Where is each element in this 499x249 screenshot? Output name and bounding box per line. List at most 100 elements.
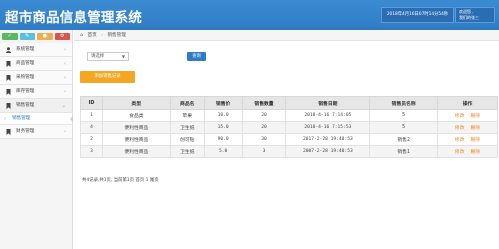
sales-table: ID 类型 商品名 销售价 销售数量 销售日期 销售员名称 操作 1 食品类 苹…	[80, 96, 498, 158]
table-row: 2 便利性商品 创可贴 90.0 30 2017-2-28 19:40:53 销…	[80, 133, 498, 146]
bookmark-icon	[6, 61, 11, 67]
cell-date: 2018-4-16 7:15:53	[285, 121, 371, 134]
sidebar-item-label: 财务管理	[16, 129, 35, 134]
top-header: 超市商品信息管理系统 2018年4月16日07时14分54秒 欢迎您 , 我们的…	[0, 0, 499, 30]
sidebar-item-label: 销售管理	[16, 103, 35, 108]
gear-icon: ⚙	[60, 33, 65, 39]
cell-type: 便利性商品	[101, 133, 171, 146]
sidebar: ✓ ✎ ● ⚙ 系统管理 ‹ 商品管理 ‹ 采购管理 ‹ 库存管理 ‹ 销售管理…	[0, 30, 73, 249]
sidebar-item-label: 库存管理	[16, 89, 35, 94]
category-select[interactable]: 请选择 ▼	[87, 52, 129, 61]
cell-price: 10.0	[203, 109, 243, 122]
check-shortcut-button[interactable]: ✓	[2, 33, 18, 40]
active-marker	[70, 116, 73, 122]
sidebar-item-inventory[interactable]: 库存管理 ‹	[0, 85, 72, 99]
home-icon: ⌂	[80, 33, 83, 38]
cell-id: 1	[80, 109, 103, 122]
chevron-left-icon: ‹	[64, 75, 66, 81]
cell-type: 便利性商品	[101, 145, 171, 158]
chevron-down-icon: ⌄	[61, 103, 66, 109]
user-icon	[6, 47, 11, 53]
cell-price: 90.0	[203, 133, 243, 146]
cell-id: 3	[80, 145, 103, 158]
edit-link[interactable]: 修改	[455, 114, 465, 119]
sidebar-item-goods[interactable]: 商品管理 ‹	[0, 57, 72, 71]
cell-seller: 5	[369, 109, 439, 122]
sidebar-item-label: 系统管理	[16, 47, 35, 52]
table-header-row: ID 类型 商品名 销售价 销售数量 销售日期 销售员名称 操作	[80, 96, 498, 110]
cell-type: 食品类	[101, 109, 171, 122]
chevron-left-icon: ‹	[64, 89, 66, 95]
add-sales-record-button[interactable]: 添加销售记录	[80, 71, 135, 83]
cell-date: 2017-2-28 19:40:53	[285, 133, 371, 146]
column-header[interactable]: 商品名	[169, 96, 205, 110]
breadcrumb-separator: ›	[101, 33, 103, 38]
cell-actions: 修改 删除	[437, 121, 498, 134]
cell-price: 15.0	[203, 121, 243, 134]
chevron-left-icon: ‹	[64, 129, 66, 135]
delete-link[interactable]: 删除	[471, 126, 481, 131]
column-header[interactable]: ID	[80, 96, 103, 110]
cell-id: 4	[80, 121, 103, 134]
column-header[interactable]: 销售日期	[285, 96, 371, 110]
select-value: 请选择	[91, 54, 105, 59]
edit-link[interactable]: 修改	[455, 126, 465, 131]
search-button[interactable]: 查询	[187, 52, 206, 61]
breadcrumb-home[interactable]: 首页	[87, 33, 96, 38]
caret-down-icon: ▼	[121, 54, 125, 59]
cell-type: 便利性商品	[101, 121, 171, 134]
user-name[interactable]: 我们的张三	[459, 15, 494, 21]
user-welcome[interactable]: 欢迎您 , 我们的张三	[455, 7, 495, 23]
sidebar-subitem-label: 销售管理	[12, 116, 31, 121]
cell-date: 2007-2-28 19:40:53	[285, 145, 371, 158]
cell-qty: 3	[241, 145, 287, 158]
cell-name: 创可贴	[169, 133, 205, 146]
chevron-left-icon: ‹	[64, 61, 66, 67]
delete-link[interactable]: 删除	[471, 150, 481, 155]
cell-name: 苹果	[169, 109, 205, 122]
sidebar-item-system[interactable]: 系统管理 ‹	[0, 43, 72, 57]
column-header[interactable]: 销售员名称	[369, 96, 439, 110]
delete-link[interactable]: 删除	[471, 138, 481, 143]
settings-shortcut-button[interactable]: ⚙	[54, 33, 70, 40]
delete-link[interactable]: 删除	[471, 114, 481, 119]
pagination-info: 共4记录,共1页, 当前第1页 首页 1 尾页	[82, 178, 159, 183]
edit-shortcut-button[interactable]: ✎	[19, 33, 35, 40]
datetime-display: 2018年4月16日07时14分54秒	[381, 7, 454, 23]
cell-qty: 30	[241, 133, 287, 146]
table-row: 1 食品类 苹果 10.0 20 2018-4-16 7:14:05 5 修改 删…	[80, 109, 498, 122]
check-icon: ✓	[7, 33, 12, 39]
cell-date: 2018-4-16 7:14:05	[285, 109, 371, 122]
users-shortcut-button[interactable]: ●	[37, 33, 53, 40]
bookmark-icon	[6, 75, 11, 81]
sidebar-item-sales[interactable]: 销售管理 ⌄	[0, 99, 72, 113]
bookmark-icon	[6, 103, 11, 109]
column-header[interactable]: 销售价	[203, 96, 243, 110]
cell-qty: 20	[241, 121, 287, 134]
cell-name: 卫生纸	[169, 145, 205, 158]
pencil-icon: ✎	[25, 33, 30, 39]
sidebar-item-finance[interactable]: 财务管理 ‹	[0, 125, 72, 139]
sidebar-item-label: 采购管理	[16, 75, 35, 80]
column-header[interactable]: 类型	[101, 96, 171, 110]
bookmark-icon	[6, 129, 11, 135]
app-title: 超市商品信息管理系统	[5, 10, 142, 26]
arrow-right-icon: ›	[4, 116, 6, 122]
column-header[interactable]: 销售数量	[241, 96, 287, 110]
cell-id: 2	[80, 133, 103, 146]
cell-seller: 5	[369, 121, 439, 134]
cell-actions: 修改 删除	[437, 109, 498, 122]
column-header: 操作	[437, 96, 498, 110]
cell-qty: 20	[241, 109, 287, 122]
breadcrumb: ⌂ 首页 › 销售管理	[74, 30, 499, 41]
edit-link[interactable]: 修改	[455, 138, 465, 143]
cell-price: 5.0	[203, 145, 243, 158]
sidebar-item-purchase[interactable]: 采购管理 ‹	[0, 71, 72, 85]
sidebar-subitem-sales[interactable]: › 销售管理	[0, 113, 73, 125]
cell-seller: 销售1	[369, 145, 439, 158]
cell-seller: 销售2	[369, 133, 439, 146]
chevron-left-icon: ‹	[64, 47, 66, 53]
table-row: 4 便利性商品 卫生纸 15.0 20 2018-4-16 7:15:53 5 …	[80, 121, 498, 134]
table-row: 3 便利性商品 卫生纸 5.0 3 2007-2-28 19:40:53 销售1…	[80, 145, 498, 158]
edit-link[interactable]: 修改	[455, 150, 465, 155]
